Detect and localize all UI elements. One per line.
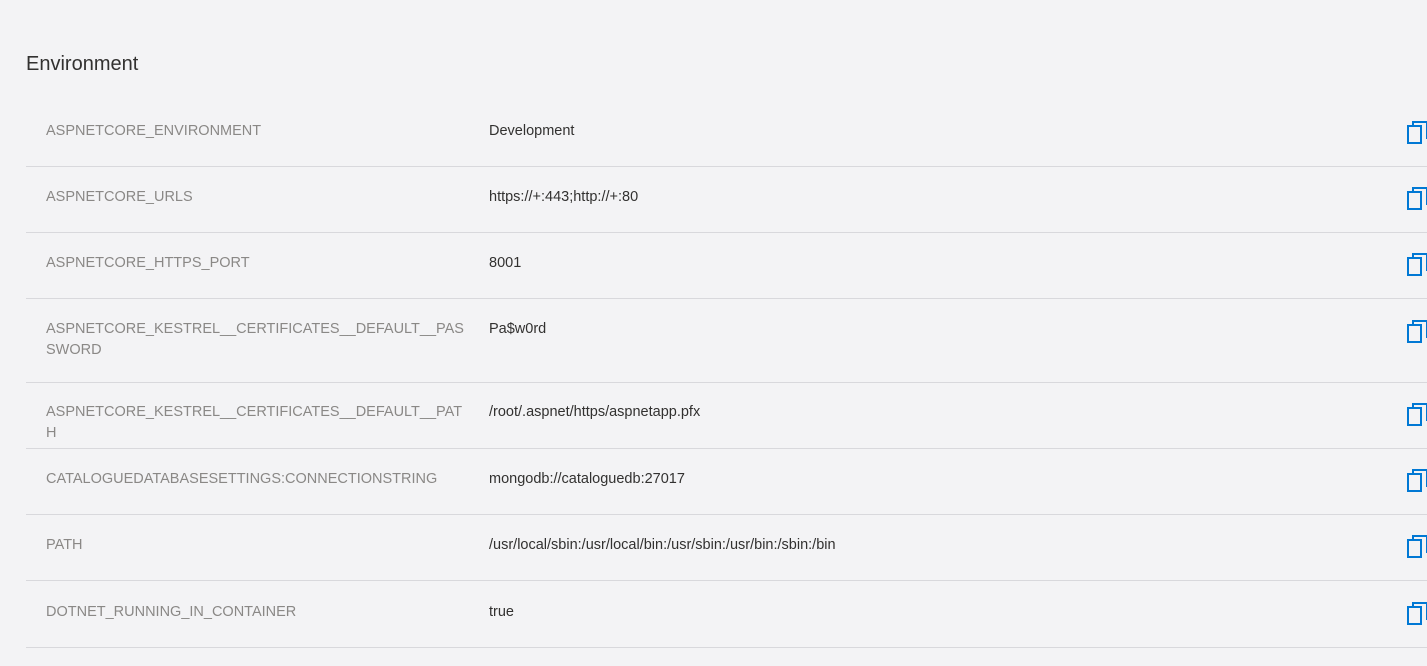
env-value: https://+:443;http://+:80 <box>489 189 639 205</box>
copy-button[interactable] <box>1406 120 1427 146</box>
copy-icon <box>1407 253 1427 276</box>
copy-icon <box>1407 320 1427 343</box>
env-key: ASPNETCORE_ENVIRONMENT <box>46 123 262 139</box>
env-value: Development <box>489 123 575 139</box>
copy-button[interactable] <box>1406 468 1427 494</box>
environment-table: ASPNETCORE_ENVIRONMENT Development ASPNE… <box>26 100 1427 648</box>
copy-icon <box>1407 187 1427 210</box>
env-key: PATH <box>46 537 83 553</box>
table-row: ASPNETCORE_KESTREL__CERTIFICATES__DEFAUL… <box>26 299 1427 383</box>
env-key: DOTNET_RUNNING_IN_CONTAINER <box>46 604 297 620</box>
copy-icon <box>1407 535 1427 558</box>
env-key: ASPNETCORE_KESTREL__CERTIFICATES__DEFAUL… <box>46 404 463 441</box>
copy-icon <box>1407 602 1427 625</box>
copy-button[interactable] <box>1406 402 1427 428</box>
copy-button[interactable] <box>1406 252 1427 278</box>
env-value: mongodb://cataloguedb:27017 <box>489 471 685 487</box>
env-value: /usr/local/sbin:/usr/local/bin:/usr/sbin… <box>489 537 836 553</box>
copy-button[interactable] <box>1406 319 1427 345</box>
env-value: true <box>489 604 514 620</box>
env-key: ASPNETCORE_URLS <box>46 189 193 205</box>
env-value: 8001 <box>489 255 522 271</box>
copy-button[interactable] <box>1406 601 1427 627</box>
env-key: ASPNETCORE_KESTREL__CERTIFICATES__DEFAUL… <box>46 321 464 358</box>
section-title: Environment <box>26 53 139 75</box>
env-key: ASPNETCORE_HTTPS_PORT <box>46 255 250 271</box>
env-key: CATALOGUEDATABASESETTINGS:CONNECTIONSTRI… <box>46 471 438 487</box>
table-row: ASPNETCORE_ENVIRONMENT Development <box>26 100 1427 167</box>
copy-button[interactable] <box>1406 186 1427 212</box>
table-row: ASPNETCORE_HTTPS_PORT 8001 <box>26 233 1427 299</box>
table-row: ASPNETCORE_KESTREL__CERTIFICATES__DEFAUL… <box>26 383 1427 449</box>
env-value: Pa$w0rd <box>489 321 547 337</box>
table-row: DOTNET_RUNNING_IN_CONTAINER true <box>26 581 1427 648</box>
table-row: PATH /usr/local/sbin:/usr/local/bin:/usr… <box>26 515 1427 581</box>
copy-icon <box>1407 121 1427 144</box>
copy-button[interactable] <box>1406 534 1427 560</box>
table-row: CATALOGUEDATABASESETTINGS:CONNECTIONSTRI… <box>26 449 1427 515</box>
table-row: ASPNETCORE_URLS https://+:443;http://+:8… <box>26 167 1427 233</box>
env-value: /root/.aspnet/https/aspnetapp.pfx <box>489 404 701 420</box>
copy-icon <box>1407 403 1427 426</box>
copy-icon <box>1407 469 1427 492</box>
